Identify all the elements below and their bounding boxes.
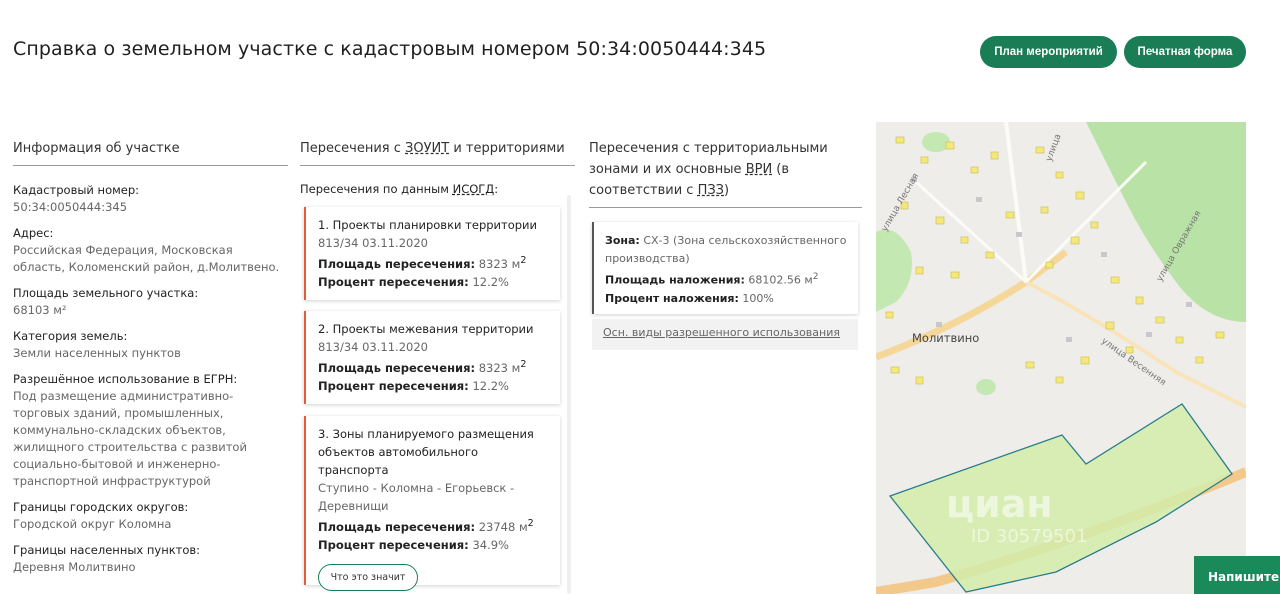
overlay-percent: 100% (742, 291, 774, 305)
card-title: 1. Проекты планировки территории (318, 218, 537, 232)
zone-value: СХ-3 (Зона сельскохозяйственного произво… (605, 234, 847, 265)
pzz-abbr[interactable]: ПЗЗ (698, 183, 724, 198)
intersection-card: 2. Проекты межевания территории 813/34 0… (304, 311, 560, 404)
intersection-card: 1. Проекты планировки территории 813/34 … (304, 207, 560, 300)
isogd-abbr[interactable]: ИСОГД (453, 182, 495, 196)
page-title: Справка о земельном участке с кадастровы… (13, 38, 767, 60)
watermark-id: ID 30579501 (971, 526, 1088, 547)
zone-card: Зона: СХ-3 (Зона сельскохозяйственного п… (592, 222, 858, 314)
card-doc: 813/34 03.11.2020 (318, 236, 428, 250)
card-area: 8323 м (478, 360, 521, 375)
card-percent: 12.2% (472, 274, 509, 289)
intersections-heading: Пересечения с ЗОУИТ и территориями (300, 141, 565, 156)
card-doc: Ступино - Коломна - Егорьевск - Деревнищ… (318, 481, 515, 513)
village-label: Молитвино (912, 331, 979, 345)
print-form-button[interactable]: Печатная форма (1124, 36, 1246, 68)
field-value: Российская Федерация, Московская область… (13, 243, 280, 274)
overlay-area: 68102.56 м (748, 273, 813, 287)
card-percent: 34.9% (472, 537, 509, 552)
card-title: 2. Проекты межевания территории (318, 322, 534, 336)
what-it-means-button[interactable]: Что это значит (318, 563, 418, 591)
permitted-use-link[interactable]: Осн. виды разрешенного использования (592, 319, 858, 350)
parcel-map[interactable]: Молитвино улица Лесная улица улица Овраж… (876, 122, 1246, 594)
zouit-abbr[interactable]: ЗОУИТ (405, 141, 449, 156)
field-value: Под размещение административно-торговых … (13, 389, 247, 488)
field-label: Кадастровый номер: (13, 183, 140, 197)
watermark: циан (946, 482, 1053, 526)
field-label: Адрес: (13, 226, 54, 240)
field-value: 68103 м² (13, 303, 67, 317)
action-plan-button[interactable]: План мероприятий (980, 36, 1117, 68)
card-area: 23748 м (478, 519, 528, 534)
intersection-card: 3. Зоны планируемого размещения объектов… (304, 416, 560, 591)
card-doc: 813/34 03.11.2020 (318, 340, 428, 354)
card-title: 3. Зоны планируемого размещения объектов… (318, 427, 534, 477)
field-value: Земли населенных пунктов (13, 346, 181, 360)
parcel-info-heading: Информация об участке (13, 141, 180, 156)
field-label: Границы городских округов: (13, 500, 189, 514)
field-label: Категория земель: (13, 329, 128, 343)
field-label: Границы населенных пунктов: (13, 543, 201, 557)
field-label: Площадь земельного участка: (13, 286, 199, 300)
card-area: 8323 м (478, 256, 521, 271)
vri-abbr[interactable]: ВРИ (746, 162, 772, 177)
divider (589, 207, 862, 208)
field-value: Деревня Молитвино (13, 560, 136, 574)
parcel-info: Кадастровый номер: 50:34:0050444:345 Адр… (13, 182, 288, 585)
field-value: 50:34:0050444:345 (13, 200, 128, 214)
scrollbar[interactable] (567, 195, 571, 594)
field-value: Городской округ Коломна (13, 517, 172, 531)
zones-heading: Пересечения с территориальными зонами и … (589, 141, 828, 198)
divider (300, 165, 575, 166)
field-label: Разрешённое использование в ЕГРН: (13, 372, 238, 386)
chat-button[interactable]: Напишите в (1194, 556, 1280, 594)
card-percent: 12.2% (472, 378, 509, 393)
map-canvas: Молитвино улица Лесная улица улица Овраж… (876, 122, 1246, 594)
divider (13, 165, 288, 166)
green-patch (976, 379, 996, 395)
isogd-label: Пересечения по данным ИСОГД: (300, 182, 499, 196)
